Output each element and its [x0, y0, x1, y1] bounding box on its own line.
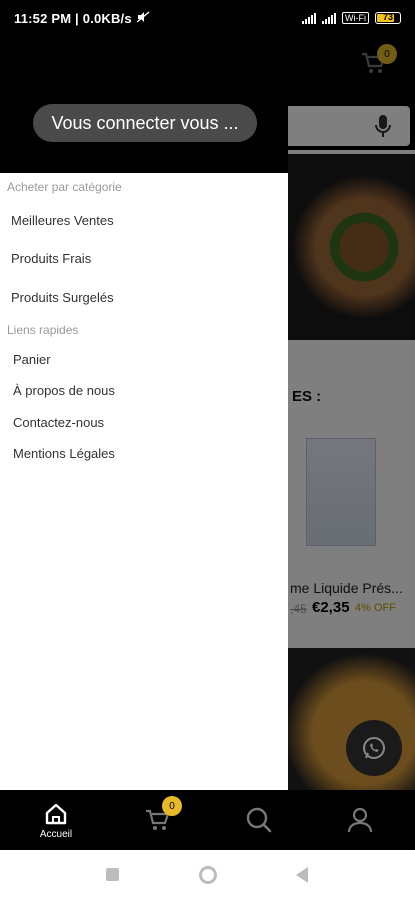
nav-cart[interactable]: 0 — [130, 790, 186, 850]
recents-icon[interactable] — [106, 868, 119, 881]
navigation-drawer: Vous connecter vous ... Acheter par caté… — [0, 36, 288, 790]
nav-home-label: Accueil — [39, 828, 73, 840]
menu-item-meilleures-ventes[interactable]: Meilleures Ventes — [11, 213, 114, 228]
back-icon[interactable] — [296, 867, 308, 883]
signal-icon — [302, 12, 316, 24]
battery-icon: 73 — [375, 12, 401, 24]
no-sound-icon — [136, 10, 150, 26]
menu-item-panier[interactable]: Panier — [13, 352, 51, 367]
section-label-links: Liens rapides — [7, 323, 79, 337]
menu-item-a-propos[interactable]: À propos de nous — [13, 383, 115, 398]
whatsapp-button[interactable] — [346, 720, 402, 776]
system-navigation — [0, 850, 415, 900]
login-button[interactable]: Vous connecter vous ... — [33, 104, 257, 142]
user-icon — [347, 807, 373, 833]
battery-level: 73 — [382, 12, 393, 22]
drawer-header: Vous connecter vous ... — [0, 36, 288, 173]
nav-search[interactable] — [234, 790, 284, 850]
signal-icon-2 — [322, 12, 336, 24]
search-icon — [246, 807, 272, 833]
home-icon — [45, 803, 67, 824]
wifi-icon: Wi-Fi — [342, 12, 369, 24]
nav-home[interactable]: Accueil — [30, 790, 82, 850]
menu-item-produits-frais[interactable]: Produits Frais — [11, 251, 91, 266]
menu-item-produits-surgeles[interactable]: Produits Surgelés — [11, 290, 114, 305]
menu-item-mentions-legales[interactable]: Mentions Légales — [13, 446, 115, 461]
nav-account[interactable] — [334, 790, 386, 850]
nav-cart-badge: 0 — [162, 796, 182, 816]
status-time: 11:52 PM | 0.0KB/s — [14, 10, 132, 26]
status-bar: 11:52 PM | 0.0KB/s Wi-Fi 73 — [0, 0, 415, 36]
whatsapp-icon — [363, 737, 385, 759]
menu-item-contact[interactable]: Contactez-nous — [13, 415, 104, 430]
section-label-categories: Acheter par catégorie — [7, 180, 122, 194]
bottom-navigation: Accueil 0 — [0, 790, 415, 850]
home-system-icon[interactable] — [199, 866, 217, 884]
